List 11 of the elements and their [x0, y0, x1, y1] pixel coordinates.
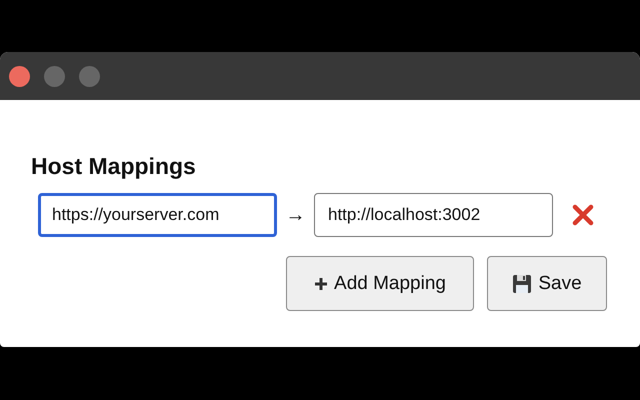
delete-icon[interactable]	[572, 204, 594, 226]
arrow-text: →	[284, 204, 306, 226]
source-url-field[interactable]: https://yourserver.com	[38, 193, 277, 237]
minimize-button[interactable]	[44, 66, 65, 86]
close-button[interactable]	[9, 66, 30, 86]
section-heading: Host Mappings	[31, 152, 197, 180]
target-url-field[interactable]: http://localhost:3002	[314, 193, 553, 237]
add-mapping-button[interactable]: Add Mapping	[286, 256, 474, 311]
plus-icon	[314, 276, 328, 290]
save-button[interactable]: Save	[487, 256, 607, 311]
zoom-button[interactable]	[79, 66, 100, 86]
